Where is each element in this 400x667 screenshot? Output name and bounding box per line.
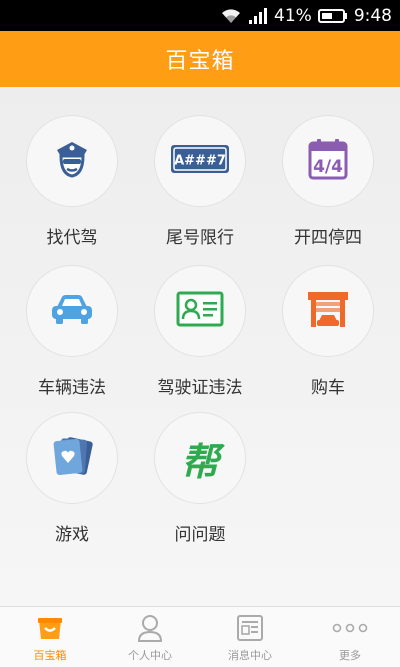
tool-label: 问问题 (174, 525, 226, 545)
tool-icon-circle (26, 115, 118, 207)
person-icon (136, 611, 164, 645)
tool-icon-circle: 帮 (154, 412, 246, 504)
tool-label: 找代驾 (46, 228, 98, 248)
tab-message-center[interactable]: 消息中心 (200, 607, 300, 667)
help-icon: 帮 (180, 439, 219, 484)
clock-time: 9:48 (353, 5, 392, 26)
wifi-icon (220, 7, 242, 25)
calendar-icon: 4/4 (305, 136, 351, 186)
status-bar: 41% 9:48 (0, 0, 400, 31)
chauffeur-icon (47, 134, 97, 188)
cards-icon (49, 434, 95, 482)
tab-label: 百宝箱 (33, 649, 67, 662)
signal-icon (248, 7, 268, 25)
tool-plate-restriction[interactable]: A###7 尾号限行 (135, 115, 265, 265)
calendar-text: 4/4 (313, 157, 343, 177)
tool-icon-circle (282, 265, 374, 357)
tool-find-chauffeur[interactable]: 找代驾 (7, 115, 137, 265)
garage-icon (305, 288, 351, 334)
tool-icon-circle: 4/4 (282, 115, 374, 207)
tab-more[interactable]: 更多 (300, 607, 400, 667)
car-icon (47, 289, 97, 333)
bottom-tab-bar: 百宝箱 个人中心 消息中心 更多 (0, 606, 400, 667)
tool-label: 购车 (311, 378, 345, 398)
battery-icon (317, 8, 348, 24)
tool-four-on-four-off[interactable]: 4/4 开四停四 (263, 115, 393, 265)
tool-grid: 找代驾 A###7 尾号限行 4/4 开四停四 车辆违法 驾驶证违法 购车 游戏… (0, 87, 400, 606)
plate-text: A###7 (174, 154, 226, 169)
tool-icon-circle: A###7 (154, 115, 246, 207)
tool-ask-question[interactable]: 帮 问问题 (135, 412, 265, 562)
tab-toolbox[interactable]: 百宝箱 (0, 607, 100, 667)
tool-label: 车辆违法 (38, 378, 106, 398)
tab-personal-center[interactable]: 个人中心 (100, 607, 200, 667)
header-bar: 百宝箱 (0, 31, 400, 87)
tab-label: 更多 (339, 649, 361, 662)
tool-games[interactable]: 游戏 (7, 412, 137, 562)
battery-percent: 41% (274, 5, 312, 26)
more-icon (332, 611, 368, 645)
tool-license-violation[interactable]: 驾驶证违法 (135, 265, 265, 415)
tab-label: 消息中心 (228, 649, 272, 662)
license-plate-icon: A###7 (170, 144, 230, 178)
tool-label: 游戏 (55, 525, 89, 545)
driver-license-icon (176, 290, 224, 332)
tool-label: 尾号限行 (166, 228, 234, 248)
tool-icon-circle (154, 265, 246, 357)
tool-label: 驾驶证违法 (157, 378, 243, 398)
tool-vehicle-violation[interactable]: 车辆违法 (7, 265, 137, 415)
tool-buy-car[interactable]: 购车 (263, 265, 393, 415)
tool-icon-circle (26, 265, 118, 357)
toolbox-icon (35, 611, 65, 645)
tab-label: 个人中心 (128, 649, 172, 662)
tool-icon-circle (26, 412, 118, 504)
tool-label: 开四停四 (294, 228, 362, 248)
page-title: 百宝箱 (165, 49, 235, 74)
message-icon (236, 611, 264, 645)
